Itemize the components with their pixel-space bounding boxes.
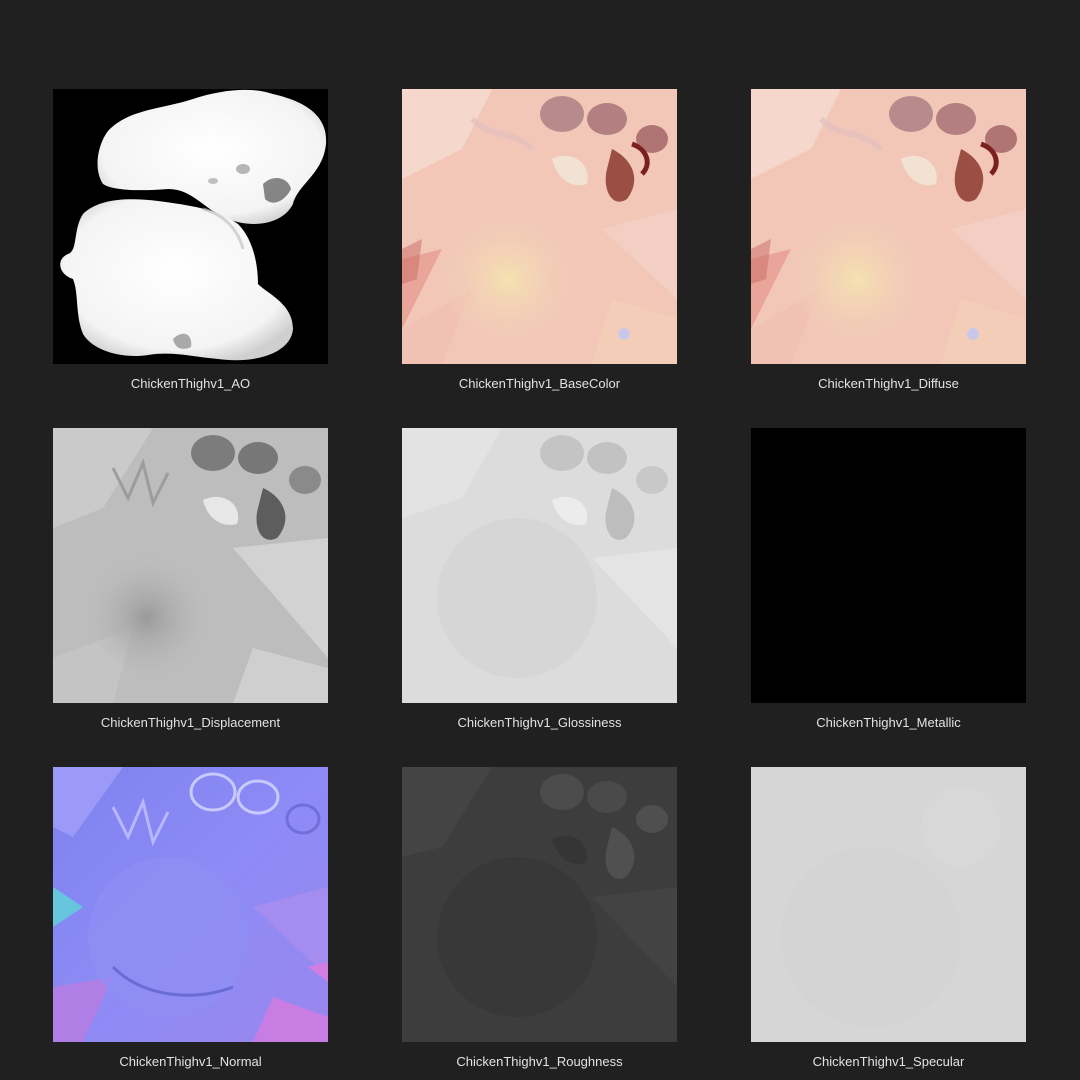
thumbnail-displacement[interactable]: [53, 428, 328, 703]
file-name-roughness: ChickenThighv1_Roughness: [456, 1054, 623, 1069]
thumbnail-basecolor[interactable]: [402, 89, 677, 364]
file-tile-specular[interactable]: ChickenThighv1_Specular: [751, 767, 1026, 1069]
thumbnail-glossiness[interactable]: [402, 428, 677, 703]
thumbnail-roughness[interactable]: [402, 767, 677, 1042]
thumbnail-metallic[interactable]: [751, 428, 1026, 703]
file-tile-basecolor[interactable]: ChickenThighv1_BaseColor: [402, 89, 677, 391]
file-tile-metallic[interactable]: ChickenThighv1_Metallic: [751, 428, 1026, 730]
file-name-normal: ChickenThighv1_Normal: [119, 1054, 262, 1069]
thumbnail-normal[interactable]: [53, 767, 328, 1042]
file-tile-roughness[interactable]: ChickenThighv1_Roughness: [402, 767, 677, 1069]
file-tile-glossiness[interactable]: ChickenThighv1_Glossiness: [402, 428, 677, 730]
file-tile-diffuse[interactable]: ChickenThighv1_Diffuse: [751, 89, 1026, 391]
file-tile-normal[interactable]: ChickenThighv1_Normal: [53, 767, 328, 1069]
thumbnail-ao[interactable]: [53, 89, 328, 364]
file-name-glossiness: ChickenThighv1_Glossiness: [457, 715, 622, 730]
thumbnail-diffuse[interactable]: [751, 89, 1026, 364]
file-tile-displacement[interactable]: ChickenThighv1_Displacement: [53, 428, 328, 730]
file-tile-ao[interactable]: ChickenThighv1_AO: [53, 89, 328, 391]
file-name-diffuse: ChickenThighv1_Diffuse: [818, 376, 959, 391]
file-name-metallic: ChickenThighv1_Metallic: [816, 715, 961, 730]
thumbnail-specular[interactable]: [751, 767, 1026, 1042]
file-name-displacement: ChickenThighv1_Displacement: [100, 715, 281, 730]
texture-grid: ChickenThighv1_AO ChickenThighv1_BaseCol…: [53, 89, 1027, 1069]
file-name-ao: ChickenThighv1_AO: [130, 376, 251, 391]
file-name-basecolor: ChickenThighv1_BaseColor: [458, 376, 621, 391]
file-name-specular: ChickenThighv1_Specular: [812, 1054, 965, 1069]
